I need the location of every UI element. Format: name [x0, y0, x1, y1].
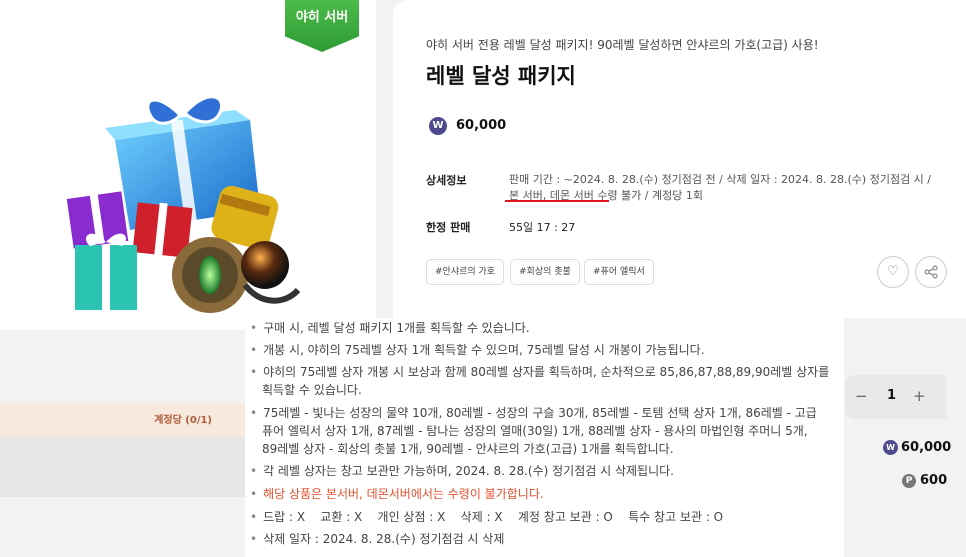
- limit-label: 한정 판매: [426, 221, 471, 234]
- quantity-value: 1: [887, 388, 897, 403]
- tag-candle[interactable]: #회상의 촛불: [510, 259, 580, 285]
- wish-button[interactable]: ♡: [877, 256, 909, 288]
- desc-item: • 75레벨 - 빛나는 성장의 물약 10개, 80레벨 - 성장의 구슬 30…: [250, 406, 817, 420]
- tag-elixir[interactable]: #퓨어 엘릭서: [584, 259, 654, 285]
- product-subtitle: 야히 서버 전용 레벨 달성 패키지! 90레벨 달성하면 안샤르의 가호(고급…: [426, 38, 819, 52]
- purchase-panel-bg: [0, 437, 245, 497]
- gift-boxes-image: [66, 95, 301, 313]
- total-price: 60,000: [901, 440, 952, 455]
- highlight-underline: [505, 200, 609, 202]
- desc-item-cont: 퓨어 엘릭서 상자 1개, 87레벨 - 탐나는 성장의 열매(30일) 1개,…: [262, 424, 808, 438]
- quantity-plus-button[interactable]: +: [913, 387, 926, 405]
- quantity-stepper[interactable]: − 1 +: [845, 375, 946, 419]
- detail-label: 상세정보: [426, 174, 467, 187]
- desc-item-warning: • 해당 상품은 본서버, 데몬서버에서는 수령이 불가합니다.: [250, 487, 544, 501]
- share-button[interactable]: [915, 256, 947, 288]
- desc-item-attributes: • 드랍 : X 교환 : X 개인 상점 : X 삭제 : X 계정 창고 보관…: [250, 510, 724, 524]
- won-currency-icon: W: [883, 440, 898, 455]
- point-icon: P: [902, 474, 916, 488]
- desc-item: • 야히의 75레벨 상자 개봉 시 보상과 함께 80레벨 상자를 획득하며, …: [250, 365, 830, 379]
- purchase-limit-text: 계정당 (0/1): [154, 415, 212, 426]
- heart-icon: ♡: [887, 264, 899, 279]
- quantity-minus-button[interactable]: −: [855, 387, 868, 405]
- desc-item: • 삭제 일자 : 2024. 8. 28.(수) 정기점검 시 삭제: [250, 532, 505, 546]
- desc-item: • 각 레벨 상자는 창고 보관만 가능하며, 2024. 8. 28.(수) 정…: [250, 464, 674, 478]
- desc-item-cont: 89레벨 상자 - 회상의 촛불 1개, 90레벨 - 안샤르의 가호(고급) …: [262, 442, 674, 456]
- product-price: 60,000: [456, 118, 507, 133]
- desc-item-cont: 획득할 수 있습니다.: [262, 383, 362, 397]
- won-currency-icon: W: [429, 117, 447, 135]
- desc-item: • 구매 시, 레벨 달성 패키지 1개를 획득할 수 있습니다.: [250, 321, 530, 335]
- purchase-limit-bar: 계정당 (0/1): [0, 404, 245, 437]
- desc-item: • 개봉 시, 야히의 75레벨 상자 1개 획득할 수 있으며, 75레벨 달성…: [250, 343, 705, 357]
- product-title: 레벨 달성 패키지: [426, 64, 576, 88]
- tag-anshar[interactable]: #안샤르의 가호: [426, 259, 505, 285]
- point-amount: 600: [920, 473, 948, 488]
- limit-countdown: 55일 17 : 27: [509, 221, 576, 234]
- share-icon: [924, 265, 938, 278]
